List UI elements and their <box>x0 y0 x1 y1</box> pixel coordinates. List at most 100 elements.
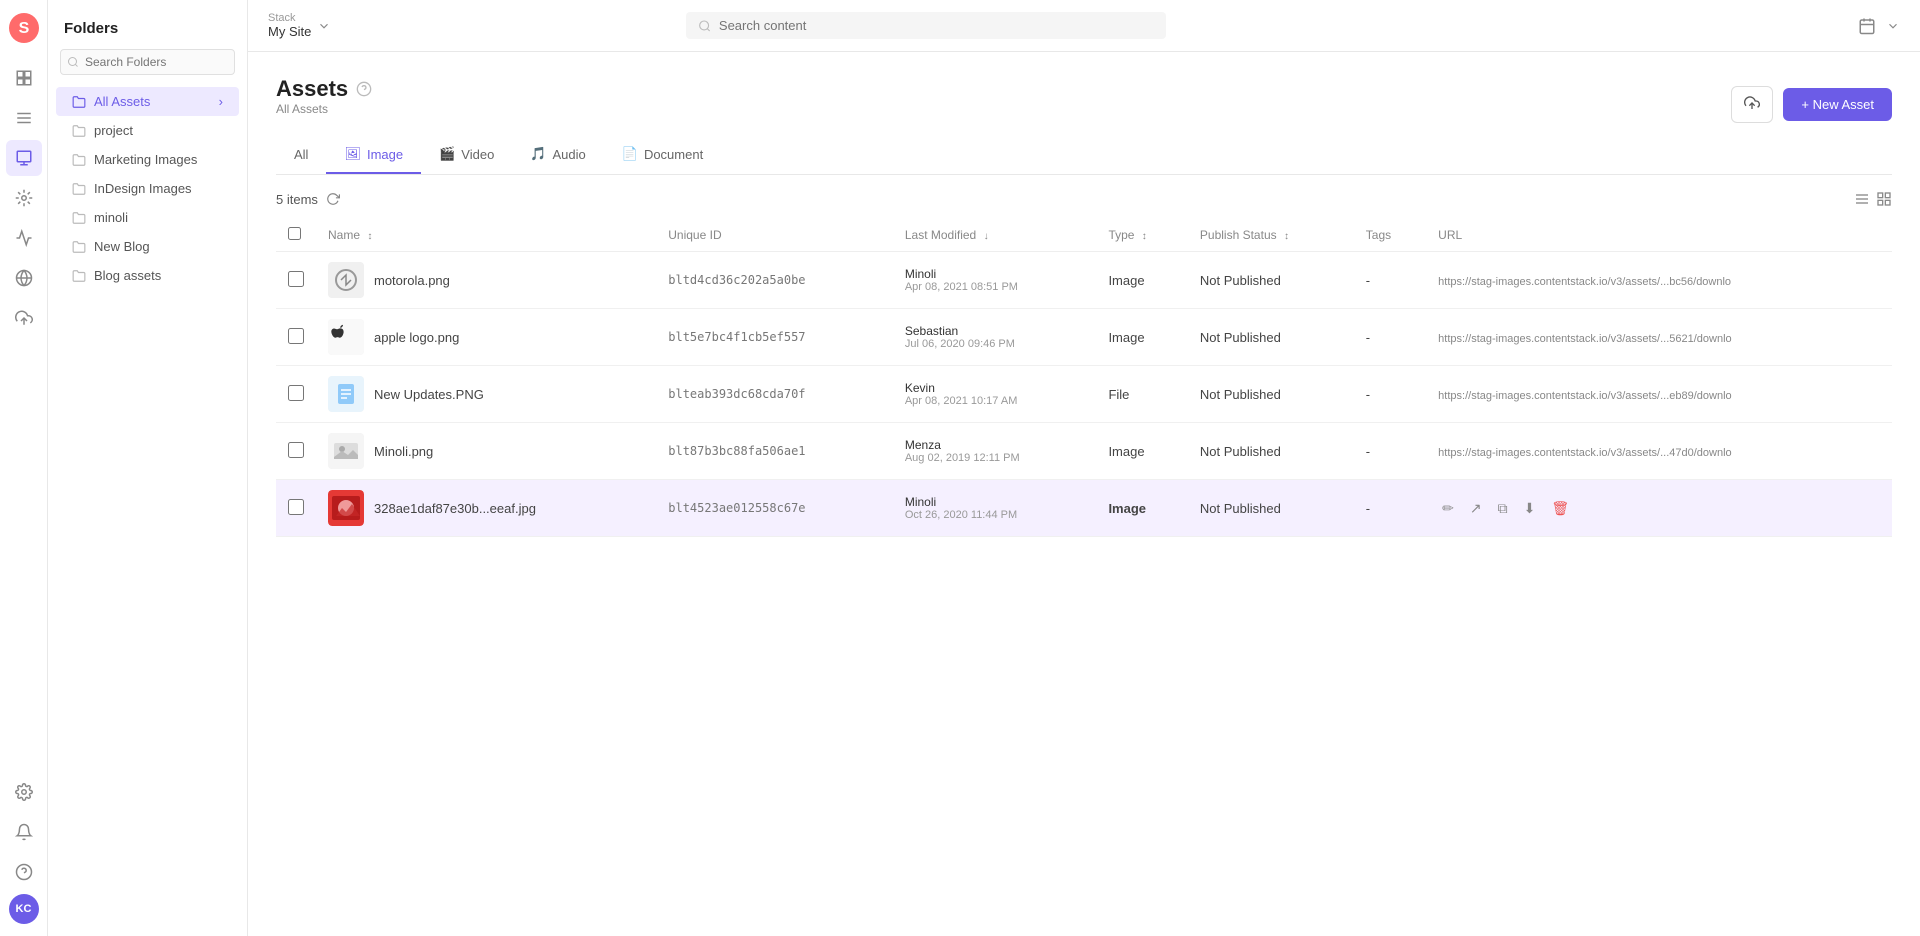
global-search-input[interactable] <box>719 18 1154 33</box>
folder-icon <box>72 95 86 109</box>
col-name[interactable]: Name ↕ <box>316 219 656 252</box>
tab-label: Audio <box>553 147 586 162</box>
row-checkbox[interactable] <box>288 271 304 287</box>
nav-settings[interactable] <box>6 774 42 810</box>
sort-arrow-icon: ↕ <box>367 231 372 242</box>
refresh-icon[interactable] <box>326 192 340 206</box>
tab-video[interactable]: 🎬 Video <box>421 136 512 174</box>
sidebar-item-label: Blog assets <box>94 268 161 283</box>
nav-workflows[interactable] <box>6 220 42 256</box>
asset-name[interactable]: apple logo.png <box>374 330 459 345</box>
col-checkbox <box>276 219 316 252</box>
sidebar-item-new-blog[interactable]: New Blog <box>56 232 239 261</box>
nav-list[interactable] <box>6 100 42 136</box>
sidebar-item-label: minoli <box>94 210 128 225</box>
sidebar-item-blog-assets[interactable]: Blog assets <box>56 261 239 290</box>
asset-name[interactable]: motorola.png <box>374 273 450 288</box>
tab-icon: 🎵 <box>530 146 546 162</box>
asset-name[interactable]: Minoli.png <box>374 444 433 459</box>
tab-label: Video <box>461 147 494 162</box>
asset-unique-id: bltd4cd36c202a5a0be <box>656 252 893 309</box>
row-checkbox[interactable] <box>288 328 304 344</box>
user-avatar[interactable]: KC <box>9 894 39 924</box>
col-unique-id: Unique ID <box>656 219 893 252</box>
help-icon[interactable] <box>356 81 372 97</box>
nav-environments[interactable] <box>6 260 42 296</box>
asset-type: File <box>1096 366 1187 423</box>
asset-name[interactable]: New Updates.PNG <box>374 387 484 402</box>
asset-url: https://stag-images.contentstack.io/v3/a… <box>1438 276 1731 288</box>
col-type[interactable]: Type ↕ <box>1096 219 1187 252</box>
nav-notifications[interactable] <box>6 814 42 850</box>
nav-help[interactable] <box>6 854 42 890</box>
icon-bar: S <box>0 0 48 936</box>
modifier-date: Oct 26, 2020 11:44 PM <box>905 509 1085 521</box>
stack-label: Stack <box>268 12 311 24</box>
tab-document[interactable]: 📄 Document <box>604 136 721 174</box>
col-publish-status[interactable]: Publish Status ↕ <box>1188 219 1354 252</box>
asset-unique-id: blt4523ae012558c67e <box>656 480 893 537</box>
asset-url: https://stag-images.contentstack.io/v3/a… <box>1438 447 1732 459</box>
asset-tags: - <box>1354 480 1426 537</box>
asset-tags: - <box>1354 252 1426 309</box>
tab-image[interactable]: 🖼 Image <box>326 136 421 174</box>
nav-dashboard[interactable] <box>6 60 42 96</box>
row-checkbox[interactable] <box>288 385 304 401</box>
sidebar-item-marketing-images[interactable]: Marketing Images <box>56 145 239 174</box>
upload-button[interactable] <box>1731 86 1773 123</box>
table-row: 328ae1daf87e30b...eeaf.jpg blt4523ae01255… <box>276 480 1892 537</box>
modifier-name: Kevin <box>905 381 1085 395</box>
app-logo[interactable]: S <box>8 12 40 44</box>
col-url: URL <box>1426 219 1892 252</box>
link-action-icon[interactable]: ↗ <box>1466 498 1486 519</box>
nav-content-types[interactable] <box>6 180 42 216</box>
sidebar-item-label: All Assets <box>94 94 150 109</box>
tab-audio[interactable]: 🎵 Audio <box>512 136 603 174</box>
edit-action-icon[interactable]: ✏ <box>1438 498 1458 519</box>
sidebar-item-indesign-images[interactable]: InDesign Images <box>56 174 239 203</box>
asset-last-modified: Menza Aug 02, 2019 12:11 PM <box>893 423 1097 480</box>
select-all-checkbox[interactable] <box>288 227 301 240</box>
page-title: Assets <box>276 76 348 102</box>
asset-last-modified: Kevin Apr 08, 2021 10:17 AM <box>893 366 1097 423</box>
list-view-icon[interactable] <box>1854 191 1870 207</box>
site-selector[interactable]: Stack My Site <box>268 12 331 39</box>
grid-view-icon[interactable] <box>1876 191 1892 207</box>
chevron-down-icon[interactable] <box>1886 19 1900 33</box>
items-bar: 5 items <box>276 191 1892 207</box>
items-count-text: 5 items <box>276 192 318 207</box>
asset-name[interactable]: 328ae1daf87e30b...eeaf.jpg <box>374 501 536 516</box>
nav-assets[interactable] <box>6 140 42 176</box>
asset-unique-id: blt87b3bc88fa506ae1 <box>656 423 893 480</box>
new-asset-button[interactable]: + New Asset <box>1783 88 1892 121</box>
search-folders-wrap <box>48 49 247 87</box>
asset-type: Image <box>1096 480 1187 537</box>
nav-deploy[interactable] <box>6 300 42 336</box>
delete-action-icon[interactable]: 🗑 <box>1547 498 1573 519</box>
main-area: Stack My Site <box>248 0 1920 936</box>
asset-row-name: New Updates.PNG <box>328 376 644 412</box>
calendar-icon[interactable] <box>1858 17 1876 35</box>
sidebar-item-project[interactable]: project <box>56 116 239 145</box>
folder-search-input[interactable] <box>60 49 235 75</box>
row-checkbox[interactable] <box>288 499 304 515</box>
sidebar-item-all-assets[interactable]: All Assets › <box>56 87 239 116</box>
asset-row-name: motorola.png <box>328 262 644 298</box>
sidebar-item-minoli[interactable]: minoli <box>56 203 239 232</box>
asset-tags: - <box>1354 366 1426 423</box>
asset-last-modified: Minoli Apr 08, 2021 08:51 PM <box>893 252 1097 309</box>
tab-all[interactable]: All <box>276 136 326 174</box>
tabs-bar: All 🖼 Image 🎬 Video 🎵 Audio 📄 Document <box>276 136 1892 175</box>
col-last-modified[interactable]: Last Modified ↓ <box>893 219 1097 252</box>
copy-action-icon[interactable]: ⧉ <box>1494 498 1512 519</box>
asset-type: Image <box>1096 423 1187 480</box>
download-action-icon[interactable]: ⬇ <box>1520 498 1540 519</box>
folder-icon <box>72 182 86 196</box>
asset-tags: - <box>1354 309 1426 366</box>
tab-label: Image <box>367 147 403 162</box>
folder-icon <box>72 269 86 283</box>
chevron-down-icon <box>317 19 331 33</box>
asset-publish-status: Not Published <box>1188 309 1354 366</box>
row-checkbox[interactable] <box>288 442 304 458</box>
tab-icon: 📄 <box>622 146 638 162</box>
